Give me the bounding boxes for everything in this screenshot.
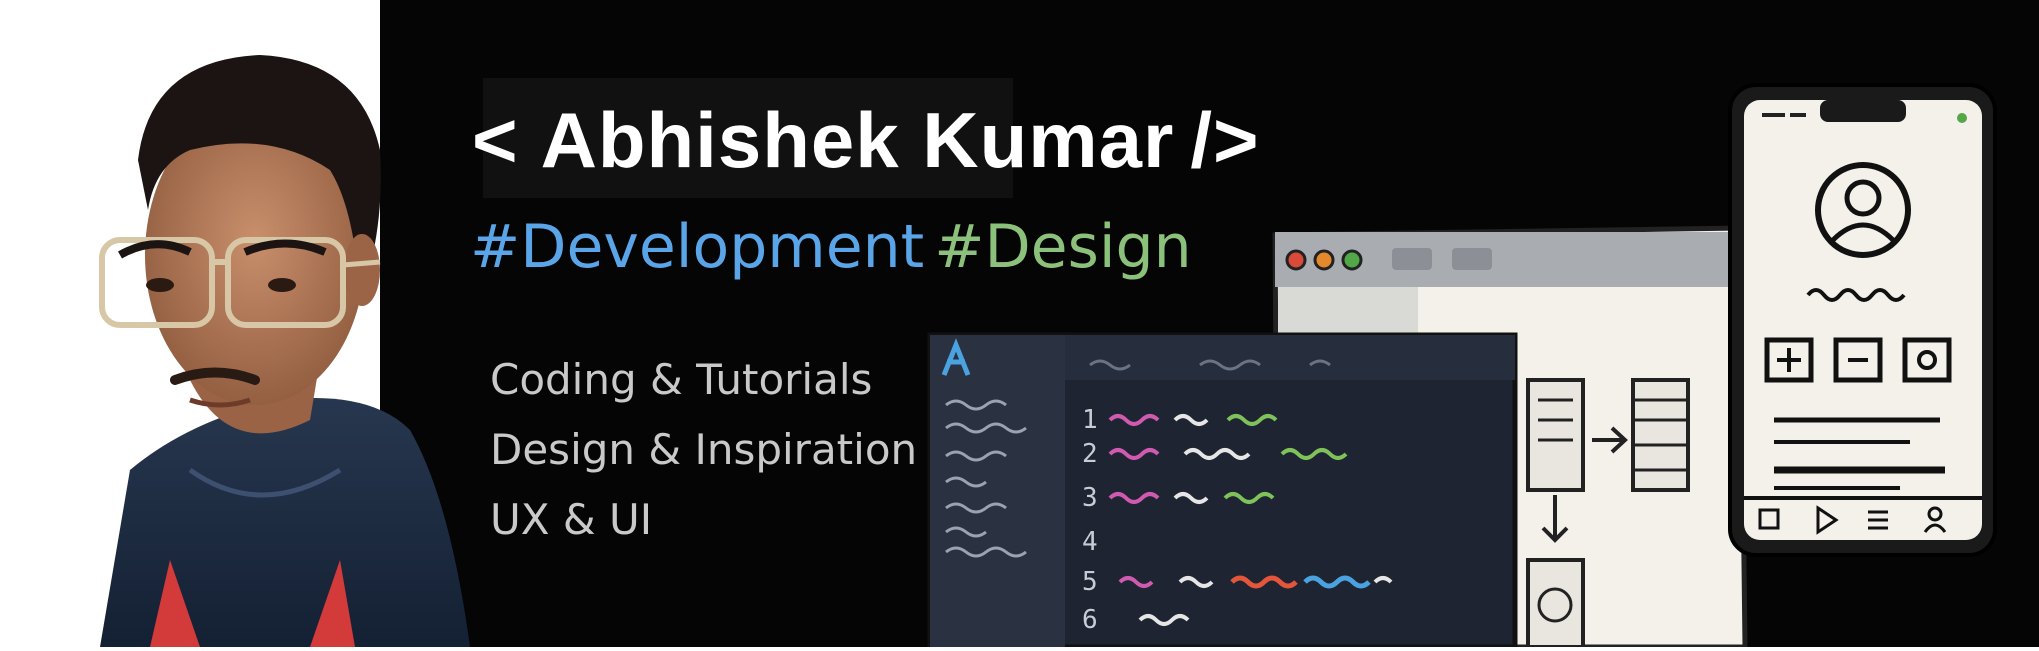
- line-number: 1: [1082, 405, 1098, 435]
- profile-banner: < Abhishek Kumar/> #Development #Design Co…: [40, 0, 2039, 647]
- line-number: 3: [1082, 483, 1098, 513]
- line-number: 2: [1082, 439, 1098, 469]
- sketch-illustration: 1 2 3 4 5 6: [927, 83, 1997, 647]
- phone-sketch: [1728, 83, 1997, 557]
- line-number: 5: [1082, 567, 1098, 597]
- line-number: 4: [1082, 527, 1098, 557]
- user-avatar-icon: [1815, 162, 1911, 258]
- line-number: 6: [1082, 605, 1098, 635]
- left-margin: [0, 0, 40, 651]
- code-editor-sketch: 1 2 3 4 5 6: [927, 332, 1518, 647]
